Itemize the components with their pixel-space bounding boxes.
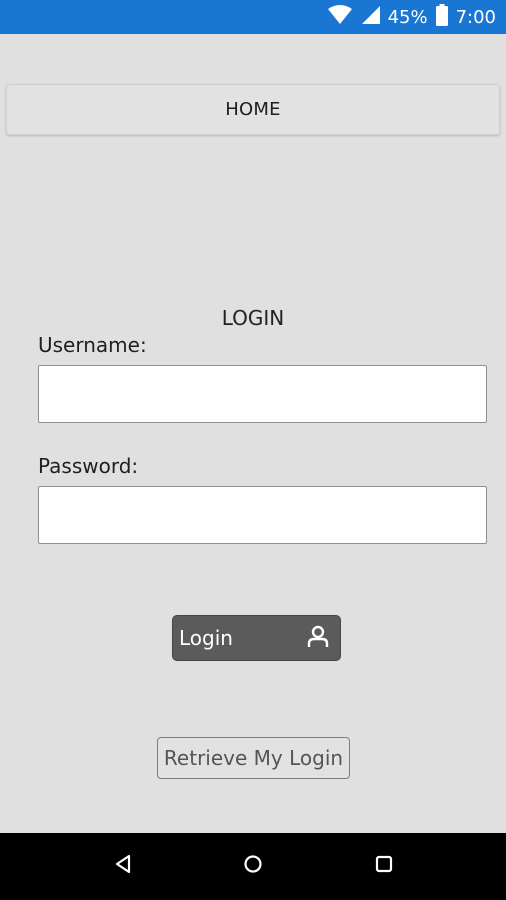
recents-icon <box>374 854 394 879</box>
status-bar: 45% 7:00 <box>0 0 506 34</box>
battery-percent: 45% <box>387 6 428 28</box>
back-icon <box>114 854 132 879</box>
recents-button[interactable] <box>354 833 414 900</box>
battery-icon <box>435 3 448 31</box>
login-button-label: Login <box>179 626 233 650</box>
retrieve-login-button[interactable]: Retrieve My Login <box>157 737 350 779</box>
login-title: LOGIN <box>221 306 285 330</box>
user-icon <box>306 624 330 653</box>
clock: 7:00 <box>455 6 496 28</box>
home-button[interactable]: HOME <box>6 84 500 135</box>
username-label: Username: <box>38 333 147 357</box>
password-label: Password: <box>38 454 139 478</box>
back-button[interactable] <box>93 833 153 900</box>
navigation-bar <box>0 833 506 900</box>
username-input[interactable] <box>38 365 487 423</box>
password-input[interactable] <box>38 486 487 544</box>
status-icons: 45% 7:00 <box>327 0 496 34</box>
wifi-icon <box>327 4 352 30</box>
home-nav-button[interactable] <box>223 833 283 900</box>
login-button[interactable]: Login <box>172 615 341 661</box>
signal-icon <box>360 5 380 30</box>
home-icon <box>242 853 264 880</box>
